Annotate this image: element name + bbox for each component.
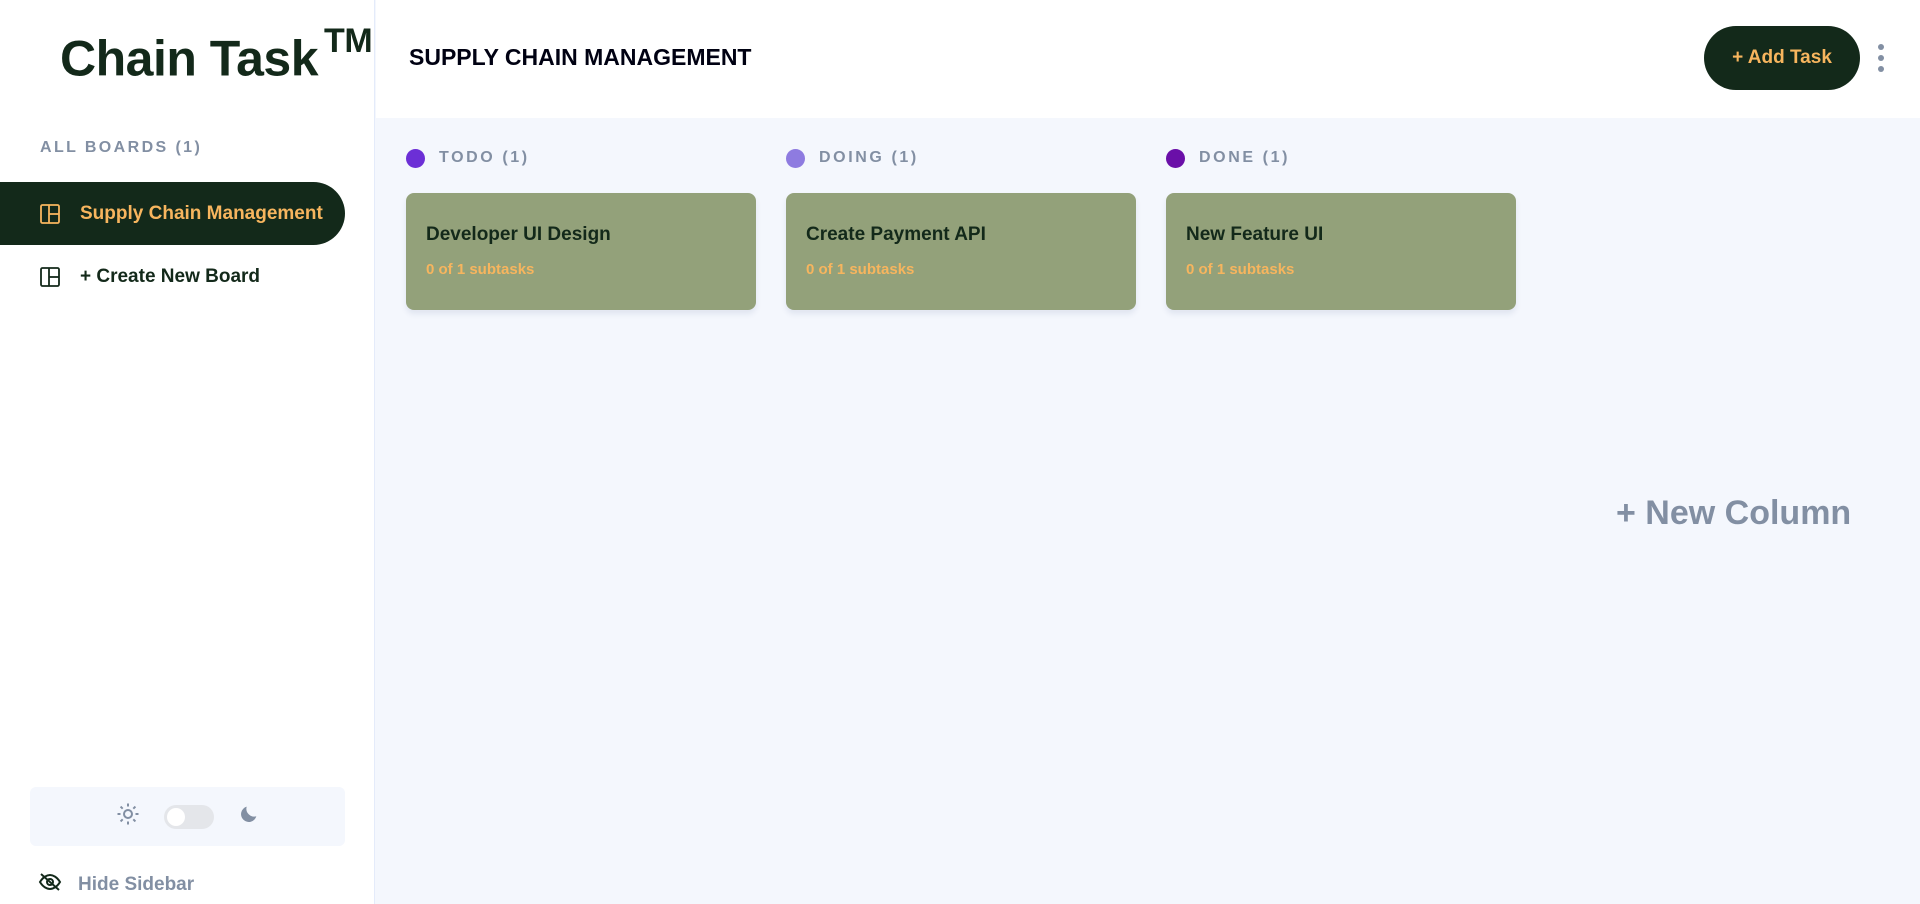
task-title: Create Payment API xyxy=(806,224,986,245)
theme-toggle-panel xyxy=(30,787,345,846)
moon-icon xyxy=(238,803,260,830)
toggle-knob xyxy=(166,807,185,826)
trademark-mark: TM xyxy=(324,22,373,60)
column-header: DOING (1) xyxy=(786,148,1136,168)
column-doing: DOING (1) Create Payment API 0 of 1 subt… xyxy=(786,148,1136,310)
task-card[interactable]: Developer UI Design 0 of 1 subtasks xyxy=(406,193,756,310)
eye-slash-icon xyxy=(38,872,62,898)
column-header: TODO (1) xyxy=(406,148,756,168)
sun-icon xyxy=(116,802,140,831)
all-boards-heading: ALL BOARDS (1) xyxy=(40,139,203,156)
column-name: DOING (1) xyxy=(819,149,919,166)
top-header: SUPPLY CHAIN MANAGEMENT + Add Task xyxy=(376,0,1920,118)
board-icon xyxy=(38,202,62,226)
logo-text: Chain Task xyxy=(60,30,319,87)
add-task-button[interactable]: + Add Task xyxy=(1704,26,1860,90)
sidebar-item-label: Supply Chain Management xyxy=(80,202,323,224)
theme-toggle-switch[interactable] xyxy=(163,804,214,829)
column-color-dot xyxy=(1166,148,1185,168)
task-subtasks: 0 of 1 subtasks xyxy=(1186,261,1295,278)
sidebar-item-supply-chain-management[interactable]: Supply Chain Management xyxy=(0,182,345,245)
task-subtasks: 0 of 1 subtasks xyxy=(426,261,535,278)
column-name: TODO (1) xyxy=(439,149,530,166)
task-title: New Feature UI xyxy=(1186,224,1324,245)
hide-sidebar-button[interactable]: Hide Sidebar xyxy=(38,872,194,898)
create-new-board-button[interactable]: + Create New Board xyxy=(0,245,345,308)
logo: Chain Task TM xyxy=(60,22,373,88)
column-name: DONE (1) xyxy=(1199,149,1291,166)
column-todo: TODO (1) Developer UI Design 0 of 1 subt… xyxy=(406,148,756,310)
task-subtasks: 0 of 1 subtasks xyxy=(806,261,915,278)
board-area: TODO (1) Developer UI Design 0 of 1 subt… xyxy=(376,118,1920,904)
task-card[interactable]: Create Payment API 0 of 1 subtasks xyxy=(786,193,1136,310)
create-new-board-label: + Create New Board xyxy=(80,265,261,287)
column-header: DONE (1) xyxy=(1166,148,1516,168)
app: Chain Task TM ALL BOARDS (1) Supply Chain… xyxy=(0,0,1920,904)
column-color-dot xyxy=(786,148,805,168)
task-title: Developer UI Design xyxy=(426,224,611,245)
board-icon xyxy=(38,265,62,289)
new-column-button[interactable]: + New Column xyxy=(1616,494,1851,533)
sidebar: Chain Task TM ALL BOARDS (1) Supply Chain… xyxy=(0,0,375,904)
task-card[interactable]: New Feature UI 0 of 1 subtasks xyxy=(1166,193,1516,310)
page-title: SUPPLY CHAIN MANAGEMENT xyxy=(409,44,752,70)
vertical-ellipsis-icon[interactable] xyxy=(1878,44,1884,72)
column-done: DONE (1) New Feature UI 0 of 1 subtasks xyxy=(1166,148,1516,310)
hide-sidebar-label: Hide Sidebar xyxy=(78,874,195,895)
column-color-dot xyxy=(406,148,425,168)
